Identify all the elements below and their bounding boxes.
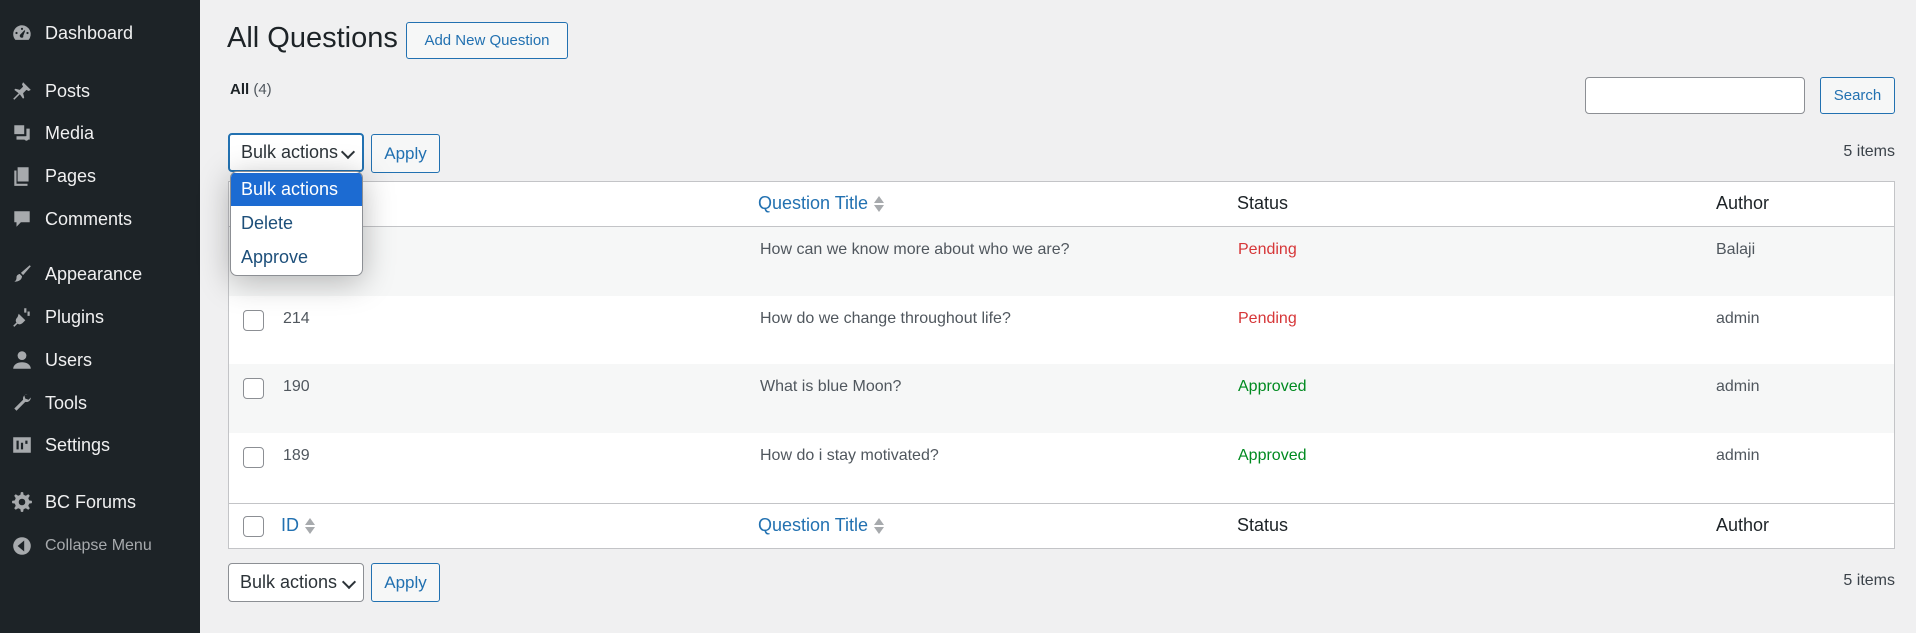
questions-table: Question Title Status Author How can we …	[228, 181, 1895, 549]
sidebar-item-dashboard[interactable]: Dashboard	[0, 14, 200, 52]
select-all-checkbox[interactable]	[243, 516, 264, 537]
chevron-down-icon	[340, 144, 356, 160]
column-footer-question-title[interactable]: Question Title	[758, 515, 885, 536]
sidebar-item-plugins[interactable]: Plugins	[0, 298, 200, 336]
pages-icon	[10, 164, 34, 188]
collapse-menu-button[interactable]: Collapse Menu	[0, 527, 200, 565]
items-count-bottom: 5 items	[1843, 572, 1895, 589]
question-title-link[interactable]: How can we know more about who we are?	[760, 241, 1070, 259]
filter-all-link[interactable]: All	[230, 81, 249, 98]
status-badge: Pending	[1238, 241, 1297, 258]
column-footer-id[interactable]: ID	[281, 515, 315, 536]
dashboard-icon	[10, 21, 34, 45]
table-row: How can we know more about who we are? P…	[229, 227, 1894, 296]
status-badge: Approved	[1238, 447, 1307, 464]
gear-icon	[10, 490, 34, 514]
id-cell: 189	[283, 447, 310, 464]
question-title-link[interactable]: What is blue Moon?	[760, 378, 901, 396]
column-footer-author: Author	[1716, 515, 1770, 535]
sidebar-item-label: Dashboard	[45, 22, 134, 43]
row-checkbox[interactable]	[243, 378, 264, 399]
row-checkbox[interactable]	[243, 310, 264, 331]
bulk-actions-select-bottom[interactable]: Bulk actions	[228, 563, 364, 602]
page-title: All Questions	[227, 22, 398, 54]
id-cell: 214	[283, 310, 310, 327]
sidebar-item-label: Collapse Menu	[45, 537, 152, 554]
sidebar-item-label: Plugins	[45, 306, 105, 327]
status-filter: All (4)	[230, 81, 272, 98]
filter-all-count: (4)	[253, 81, 272, 98]
sidebar-item-label: Media	[45, 122, 95, 143]
sidebar-item-label: Appearance	[45, 263, 143, 284]
comment-icon	[10, 207, 34, 231]
bulk-option-approve[interactable]: Approve	[231, 241, 362, 274]
sidebar-item-comments[interactable]: Comments	[0, 200, 200, 238]
bulk-option-bulk-actions[interactable]: Bulk actions	[231, 173, 362, 206]
sidebar-item-label: Pages	[45, 165, 97, 186]
table-row: 214 How do we change throughout life? Pe…	[229, 296, 1894, 364]
add-new-question-button[interactable]: Add New Question	[406, 22, 568, 59]
sidebar-item-posts[interactable]: Posts	[0, 72, 200, 110]
sidebar-item-label: Tools	[45, 392, 88, 413]
column-header-question-title[interactable]: Question Title	[758, 193, 885, 214]
table-row: 189 How do i stay motivated? Approved ad…	[229, 433, 1894, 503]
sidebar-item-tools[interactable]: Tools	[0, 384, 200, 422]
status-badge: Pending	[1238, 310, 1297, 327]
wrench-icon	[10, 391, 34, 415]
sidebar-item-label: Users	[45, 349, 93, 370]
bulk-actions-selected: Bulk actions	[241, 142, 339, 162]
collapse-icon	[10, 534, 34, 558]
author-cell: admin	[1716, 378, 1760, 395]
sort-icon	[305, 516, 315, 536]
bulk-actions-selected: Bulk actions	[240, 572, 338, 592]
column-footer-status: Status	[1237, 515, 1289, 535]
row-checkbox[interactable]	[243, 447, 264, 468]
items-count-top: 5 items	[1843, 143, 1895, 160]
bulk-actions-select-top[interactable]: Bulk actions	[228, 133, 364, 172]
sidebar-item-label: Settings	[45, 434, 111, 455]
media-icon	[10, 121, 34, 145]
status-badge: Approved	[1238, 378, 1307, 395]
sidebar-item-label: Comments	[45, 208, 133, 229]
column-header-status: Status	[1237, 193, 1289, 213]
plugin-icon	[10, 305, 34, 329]
user-icon	[10, 348, 34, 372]
column-header-author: Author	[1716, 193, 1770, 213]
sidebar-item-label: BC Forums	[45, 491, 137, 512]
admin-sidebar: Dashboard Posts Media Pages Comments App…	[0, 0, 200, 633]
sidebar-item-appearance[interactable]: Appearance	[0, 255, 200, 293]
sort-icon	[874, 194, 885, 214]
settings-icon	[10, 433, 34, 457]
sort-icon	[874, 516, 885, 536]
sidebar-item-pages[interactable]: Pages	[0, 157, 200, 195]
author-cell: Balaji	[1716, 241, 1756, 258]
search-button[interactable]: Search	[1820, 77, 1895, 114]
table-footer-row: ID Question Title Status Author	[229, 504, 1894, 548]
author-cell: admin	[1716, 447, 1760, 464]
question-title-link[interactable]: How do we change throughout life?	[760, 310, 1011, 328]
brush-icon	[10, 262, 34, 286]
bulk-actions-dropdown: Bulk actions Delete Approve	[230, 171, 363, 276]
sidebar-item-label: Posts	[45, 80, 91, 101]
chevron-down-icon	[341, 574, 357, 590]
id-cell: 190	[283, 378, 310, 395]
search-input[interactable]	[1585, 77, 1805, 114]
apply-button-top[interactable]: Apply	[371, 134, 440, 173]
table-header-row: Question Title Status Author	[229, 182, 1894, 226]
author-cell: admin	[1716, 310, 1760, 327]
sidebar-item-bc-forums[interactable]: BC Forums	[0, 483, 200, 521]
sidebar-item-settings[interactable]: Settings	[0, 426, 200, 464]
sidebar-item-media[interactable]: Media	[0, 114, 200, 152]
sidebar-item-users[interactable]: Users	[0, 341, 200, 379]
bulk-option-delete[interactable]: Delete	[231, 207, 362, 240]
question-title-link[interactable]: How do i stay motivated?	[760, 447, 939, 465]
pin-icon	[10, 79, 34, 103]
table-row: 190 What is blue Moon? Approved admin	[229, 364, 1894, 433]
apply-button-bottom[interactable]: Apply	[371, 563, 440, 602]
